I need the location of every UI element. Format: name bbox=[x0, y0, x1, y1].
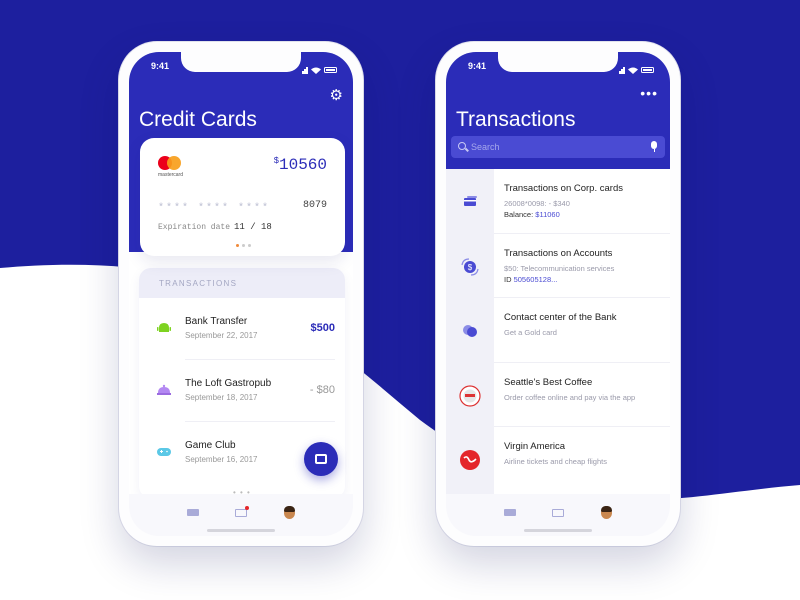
tab-cards[interactable] bbox=[503, 506, 519, 520]
more-options-icon[interactable]: ••• bbox=[640, 85, 658, 101]
transaction-name: Bank Transfer bbox=[185, 316, 248, 327]
search-icon bbox=[458, 142, 466, 150]
dollar-exchange-icon: $ bbox=[461, 257, 479, 276]
wallet-icon bbox=[315, 454, 327, 464]
status-icons bbox=[302, 61, 337, 79]
expiration-label: Expiration date bbox=[158, 223, 231, 232]
list-item[interactable]: Contact center of the Bank Get a Gold ca… bbox=[446, 298, 670, 363]
gamepad-icon bbox=[157, 448, 171, 456]
id-label: ID bbox=[504, 274, 514, 284]
item-title: Transactions on Corp. cards bbox=[504, 183, 623, 194]
transaction-amount: $500 bbox=[310, 322, 335, 334]
balance-value: $11060 bbox=[535, 210, 560, 219]
services-list: Transactions on Corp. cards 26008*0098: … bbox=[446, 169, 670, 492]
item-extra: Balance: $11060 bbox=[504, 210, 560, 219]
cards-icon bbox=[464, 196, 477, 206]
avatar-hair bbox=[284, 506, 295, 512]
screen-credit-cards: 9:41 ⚙ Credit Cards mastercard $10560 **… bbox=[129, 52, 353, 536]
list-item[interactable]: $ Transactions on Accounts $50: Telecomm… bbox=[446, 234, 670, 299]
page-title: Transactions bbox=[456, 108, 576, 131]
item-extra: ID 505605128... bbox=[504, 275, 557, 284]
card-last-digits: 8079 bbox=[302, 200, 327, 211]
item-subtitle: Order coffee online and pay via the app bbox=[504, 392, 636, 402]
coffee-logo bbox=[459, 385, 481, 407]
status-time: 9:41 bbox=[468, 61, 487, 71]
item-title: Contact center of the Bank bbox=[504, 312, 617, 324]
page-title: Credit Cards bbox=[139, 108, 257, 131]
screen-transactions: 9:41 ••• Transactions Transactions on Co… bbox=[446, 52, 670, 536]
expiration-value: 11 / 18 bbox=[234, 222, 272, 232]
svg-text:$: $ bbox=[468, 263, 473, 272]
tab-bar bbox=[446, 494, 670, 536]
transaction-date: September 16, 2017 bbox=[185, 455, 258, 464]
wifi-icon bbox=[628, 67, 638, 74]
home-indicator[interactable] bbox=[524, 529, 592, 532]
tab-bar bbox=[129, 494, 353, 536]
pager-dot-active[interactable] bbox=[236, 244, 239, 247]
chat-icon bbox=[463, 325, 477, 338]
list-item[interactable]: Transactions on Corp. cards 26008*0098: … bbox=[446, 169, 670, 234]
card-icon bbox=[187, 509, 199, 516]
masked-card-number: **** **** **** bbox=[158, 203, 271, 214]
transaction-row[interactable]: The Loft Gastropub September 18, 2017 - … bbox=[139, 360, 345, 422]
search-bar[interactable] bbox=[451, 136, 665, 158]
transaction-date: September 22, 2017 bbox=[185, 331, 258, 340]
transaction-row[interactable]: Bank Transfer September 22, 2017 $500 bbox=[139, 298, 345, 360]
notification-dot bbox=[245, 506, 249, 510]
item-subtitle: Airline tickets and cheap flights bbox=[504, 457, 607, 467]
pager-dot[interactable] bbox=[248, 244, 251, 247]
expiration: Expiration date 11 / 18 bbox=[158, 222, 272, 232]
card-icon bbox=[504, 509, 516, 516]
status-icons bbox=[619, 61, 654, 79]
home-indicator[interactable] bbox=[207, 529, 275, 532]
card-brand-label: mastercard bbox=[158, 172, 184, 178]
card-balance: $10560 bbox=[274, 156, 327, 174]
credit-card[interactable]: mastercard $10560 **** **** **** 8079 Ex… bbox=[140, 138, 345, 256]
avatar-hair bbox=[601, 506, 612, 512]
transactions-header: TRANSACTIONS bbox=[139, 268, 345, 298]
notch bbox=[498, 52, 618, 72]
tab-messages[interactable] bbox=[551, 506, 567, 520]
list-item[interactable]: Virgin America Airline tickets and cheap… bbox=[446, 427, 670, 492]
wifi-icon bbox=[311, 67, 321, 74]
transaction-amount: - $80 bbox=[309, 384, 335, 396]
battery-icon bbox=[641, 67, 654, 73]
item-subtitle: Get a Gold card bbox=[504, 328, 557, 338]
notch bbox=[181, 52, 301, 72]
virgin-logo bbox=[460, 450, 480, 471]
search-input[interactable] bbox=[471, 140, 641, 154]
item-subtitle: $50: Telecommunication services bbox=[504, 263, 615, 273]
id-value: 505605128... bbox=[513, 274, 558, 284]
signal-icon bbox=[619, 61, 625, 79]
list-item[interactable]: Seattle's Best Coffee Order coffee onlin… bbox=[446, 363, 670, 428]
transaction-date: September 18, 2017 bbox=[185, 393, 258, 402]
gear-icon[interactable]: ⚙ bbox=[330, 88, 343, 103]
balance-label: Balance: bbox=[504, 210, 536, 219]
cloche-icon bbox=[157, 384, 171, 395]
mail-icon bbox=[235, 509, 247, 517]
item-subtitle: 26008*0098: - $340 bbox=[504, 199, 570, 208]
android-icon bbox=[157, 323, 171, 332]
tab-profile[interactable] bbox=[282, 506, 298, 520]
tab-cards[interactable] bbox=[186, 506, 202, 520]
transaction-name: The Loft Gastropub bbox=[185, 378, 272, 389]
wallet-button[interactable] bbox=[304, 442, 338, 476]
tab-messages[interactable] bbox=[234, 506, 250, 520]
balance-value: 10560 bbox=[278, 156, 327, 174]
card-pager[interactable] bbox=[236, 244, 251, 247]
microphone-icon[interactable] bbox=[651, 141, 657, 152]
item-title: Virgin America bbox=[504, 441, 566, 453]
phone-credit-cards: 9:41 ⚙ Credit Cards mastercard $10560 **… bbox=[119, 42, 363, 546]
tab-profile[interactable] bbox=[599, 506, 615, 520]
item-title: Transactions on Accounts bbox=[504, 247, 613, 259]
status-time: 9:41 bbox=[151, 61, 170, 71]
signal-icon bbox=[302, 61, 308, 79]
item-title: Seattle's Best Coffee bbox=[504, 376, 593, 388]
mail-icon bbox=[552, 509, 564, 517]
transaction-name: Game Club bbox=[185, 440, 236, 451]
battery-icon bbox=[324, 67, 337, 73]
pager-dot[interactable] bbox=[242, 244, 245, 247]
phone-transactions: 9:41 ••• Transactions Transactions on Co… bbox=[436, 42, 680, 546]
